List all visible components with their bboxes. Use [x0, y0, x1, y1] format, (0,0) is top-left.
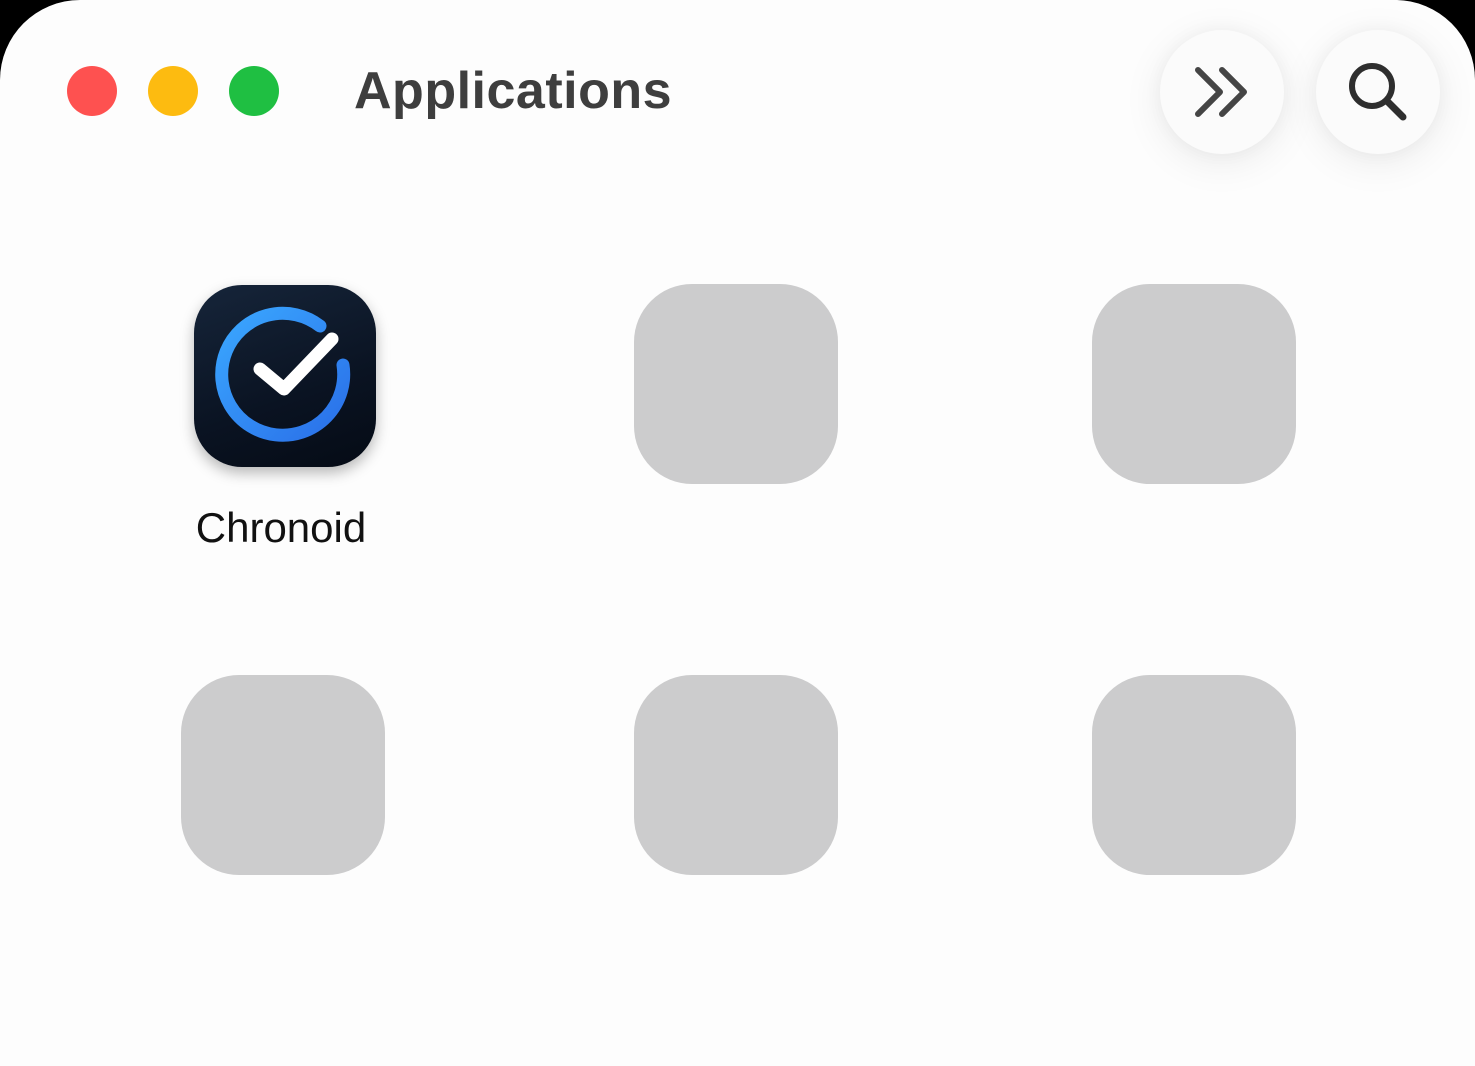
- placeholder-app-tile: [181, 675, 385, 875]
- maximize-window-button[interactable]: [229, 66, 279, 116]
- placeholder-app-tile: [634, 284, 838, 484]
- forward-button[interactable]: [1160, 30, 1284, 154]
- app-label: Chronoid: [195, 504, 367, 551]
- applications-window: Applications Chronoid: [0, 0, 1475, 1066]
- close-window-button[interactable]: [67, 66, 117, 116]
- chronoid-app-icon[interactable]: [194, 285, 376, 467]
- placeholder-app-tile: [1092, 284, 1296, 484]
- clock-checkmark-icon: [215, 306, 351, 443]
- minimize-window-button[interactable]: [148, 66, 198, 116]
- window-title: Applications: [354, 62, 673, 120]
- placeholder-app-tile: [1092, 675, 1296, 875]
- chevron-double-right-icon: [1195, 67, 1247, 117]
- search-icon: [1349, 63, 1407, 121]
- placeholder-app-tile: [634, 675, 838, 875]
- search-button[interactable]: [1316, 30, 1440, 154]
